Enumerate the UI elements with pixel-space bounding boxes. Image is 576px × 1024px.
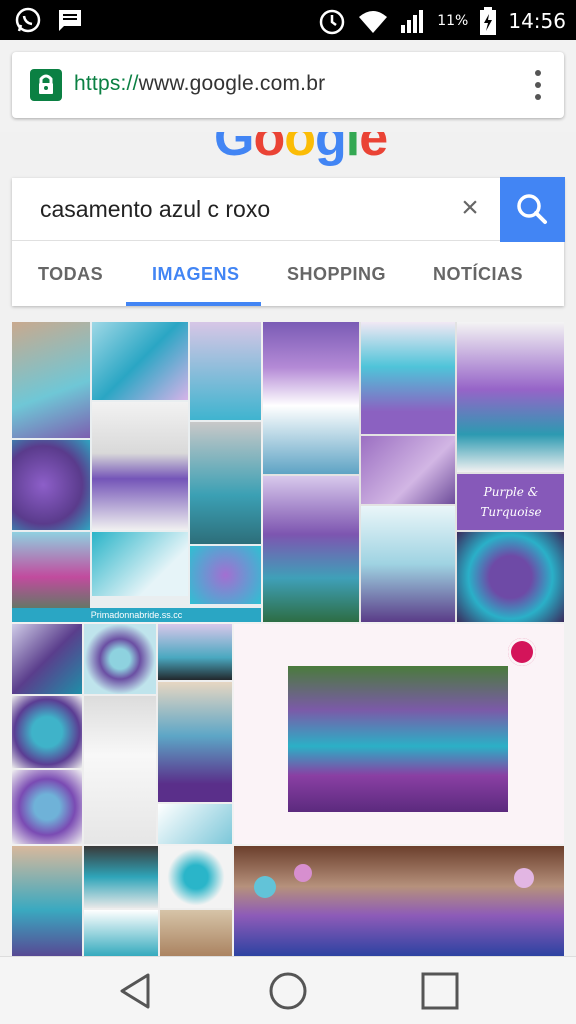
- status-bar: 11% 14:56: [0, 0, 576, 40]
- search-icon: [517, 194, 547, 224]
- browser-toolbar: https://www.google.com.br: [0, 40, 576, 132]
- url-text[interactable]: https://www.google.com.br: [74, 72, 325, 96]
- system-nav-bar: [0, 956, 576, 1024]
- image-result-4[interactable]: [234, 624, 564, 844]
- image-result-3[interactable]: [12, 624, 232, 844]
- recents-icon[interactable]: [420, 971, 460, 1011]
- url-host: www.google.com.br: [138, 72, 326, 95]
- image-caption: Purple & Turquoise: [480, 485, 542, 519]
- image-result-1[interactable]: Primadonnabride.ss.cc: [12, 322, 261, 622]
- home-icon[interactable]: [268, 971, 308, 1011]
- page-content: Google casamento azul c roxo × TODAS IMA…: [0, 132, 576, 956]
- image-result-6[interactable]: [234, 846, 564, 956]
- image-result-2[interactable]: Purple & Turquoise: [263, 322, 564, 622]
- address-bar[interactable]: https://www.google.com.br: [12, 52, 564, 118]
- search-input[interactable]: casamento azul c roxo: [40, 196, 270, 223]
- menu-icon[interactable]: [532, 70, 544, 100]
- lock-icon: [30, 69, 62, 101]
- clear-icon[interactable]: ×: [452, 190, 488, 226]
- alarm-icon: [319, 9, 345, 35]
- whatsapp-icon: [15, 7, 41, 33]
- search-box[interactable]: casamento azul c roxo ×: [12, 177, 565, 242]
- tab-todas[interactable]: TODAS: [38, 264, 103, 285]
- tab-imagens[interactable]: IMAGENS: [152, 264, 240, 285]
- clock: 14:56: [508, 9, 566, 33]
- search-button[interactable]: [500, 177, 565, 242]
- flower-icon: [508, 638, 536, 666]
- wifi-icon: [359, 11, 388, 33]
- active-tab-indicator: [126, 302, 261, 306]
- search-card: casamento azul c roxo × TODAS IMAGENS SH…: [12, 177, 565, 306]
- google-logo[interactable]: Google: [214, 132, 388, 168]
- message-icon: [59, 10, 81, 31]
- url-scheme: https://: [74, 72, 139, 95]
- tab-shopping[interactable]: SHOPPING: [287, 264, 386, 285]
- image-result-5[interactable]: [12, 846, 232, 956]
- battery-icon: [480, 7, 497, 35]
- tab-noticias[interactable]: NOTÍCIAS: [433, 264, 523, 285]
- image-caption: Primadonnabride.ss.cc: [12, 608, 261, 622]
- image-results: Primadonnabride.ss.cc Purple & Turquoise: [12, 322, 564, 956]
- back-icon[interactable]: [116, 971, 156, 1011]
- signal-icon: [401, 10, 424, 33]
- battery-percent: 11%: [437, 13, 469, 29]
- search-tabs: TODAS IMAGENS SHOPPING NOTÍCIAS: [12, 242, 564, 306]
